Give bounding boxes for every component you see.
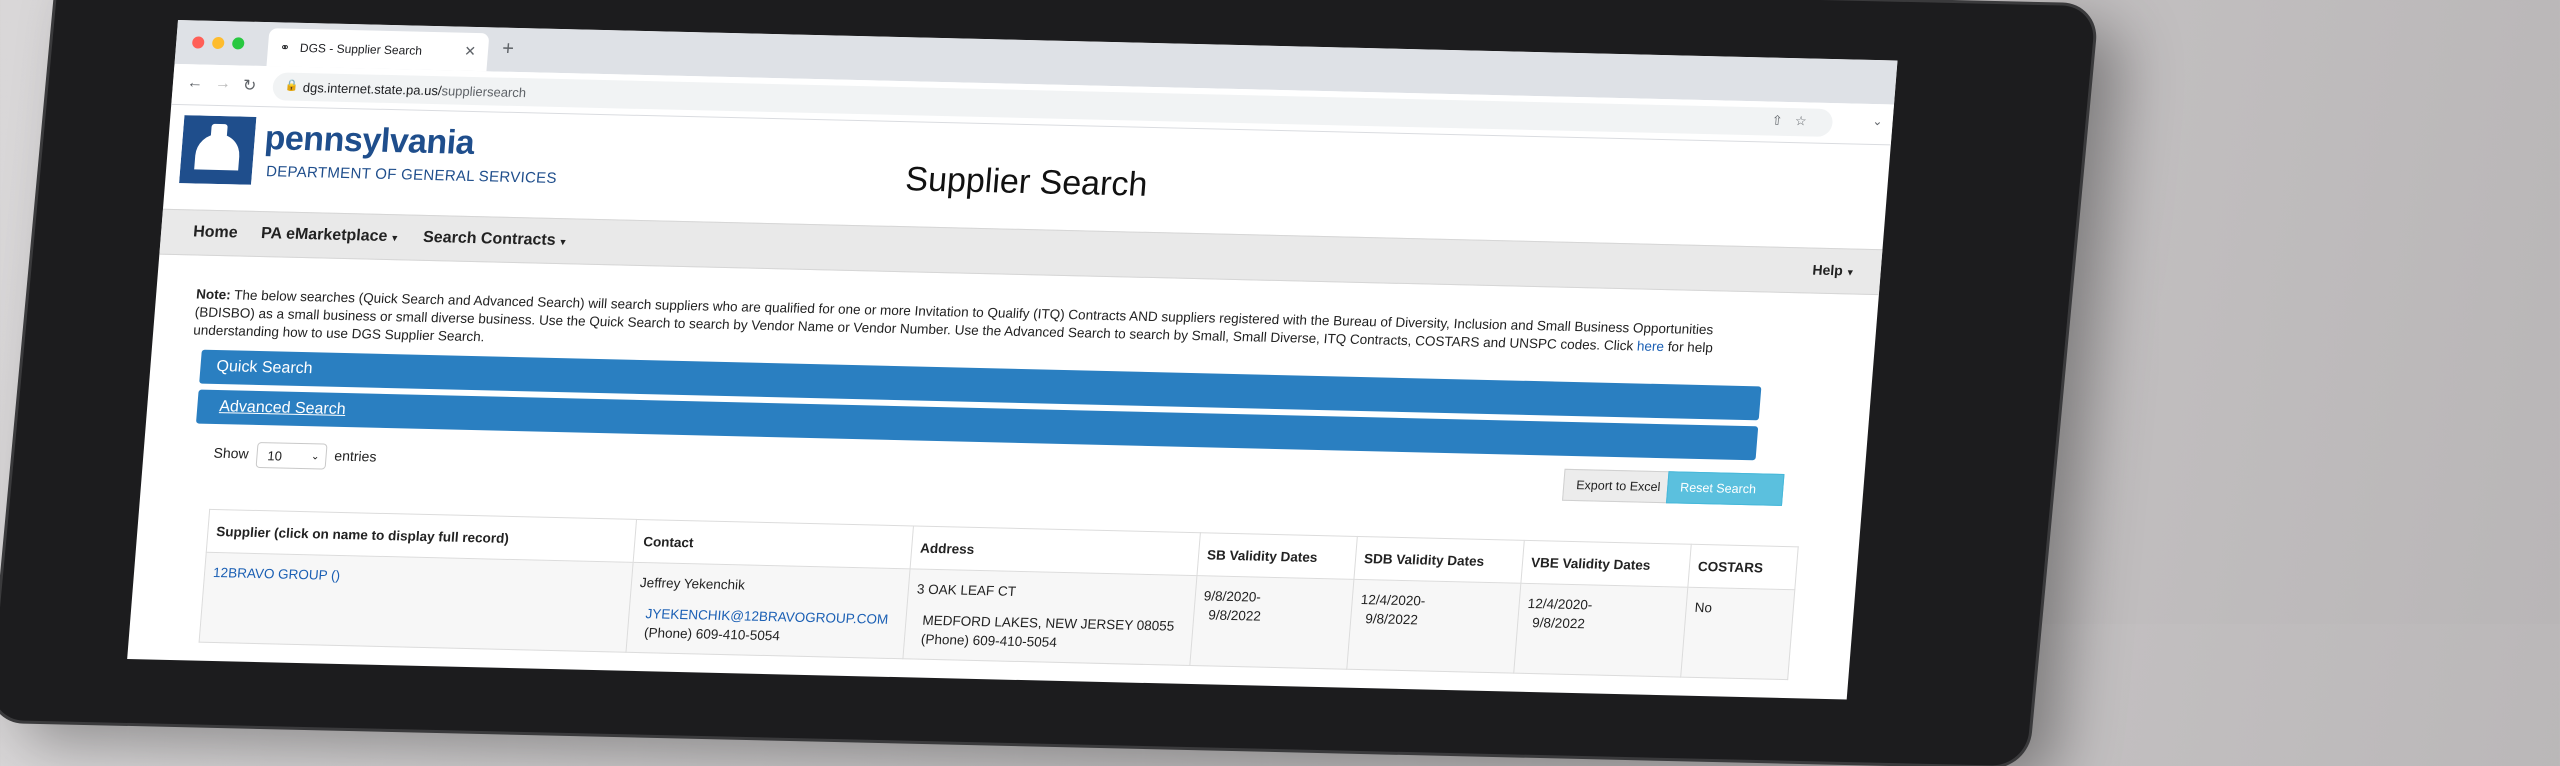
sb-dates-end: 9/8/2022 xyxy=(1207,607,1262,624)
advanced-search-label: Advanced Search xyxy=(218,398,347,419)
caret-down-icon: ▼ xyxy=(389,233,400,244)
tab-title: DGS - Supplier Search xyxy=(299,40,423,58)
bookmark-star-icon[interactable]: ☆ xyxy=(1794,113,1807,129)
nav-help[interactable]: Help ▼ xyxy=(1812,262,1856,279)
note-label: Note: xyxy=(195,286,232,303)
supplier-link[interactable]: 12BRAVO GROUP () xyxy=(213,565,341,583)
costars-value: No xyxy=(1694,599,1713,616)
browser-window: ⚭ DGS - Supplier Search ✕ + ← → ↻ 🔒 dgs.… xyxy=(127,20,1898,700)
contact-phone: (Phone) 609-410-5054 xyxy=(643,625,781,644)
show-label: Show xyxy=(213,444,250,462)
forward-icon[interactable]: → xyxy=(214,75,231,93)
nav-home[interactable]: Home xyxy=(192,223,239,242)
caret-down-icon: ▼ xyxy=(558,237,568,248)
chevron-down-icon: ⌄ xyxy=(310,451,320,463)
col-vbe-dates[interactable]: VBE Validity Dates xyxy=(1520,540,1692,588)
chevron-down-icon[interactable]: ⌄ xyxy=(1872,114,1883,128)
col-contact[interactable]: Contact xyxy=(633,519,914,569)
show-entries: Show 10 ⌄ entries xyxy=(213,441,378,471)
lock-icon: 🔒 xyxy=(284,79,300,92)
entries-select[interactable]: 10 ⌄ xyxy=(255,441,328,470)
browser-tab[interactable]: ⚭ DGS - Supplier Search ✕ xyxy=(266,28,490,72)
new-tab-button[interactable]: + xyxy=(501,38,514,61)
globe-icon: ⚭ xyxy=(279,40,291,55)
col-address[interactable]: Address xyxy=(910,525,1201,576)
note-text: The below searches (Quick Search and Adv… xyxy=(194,287,1714,354)
close-window-button[interactable] xyxy=(191,36,205,49)
vbe-dates-end: 9/8/2022 xyxy=(1531,615,1586,632)
entries-label: entries xyxy=(333,447,378,465)
minimize-window-button[interactable] xyxy=(211,36,225,50)
nav-search-contracts[interactable]: Search Contracts ▼ xyxy=(422,229,568,250)
quick-search-label: Quick Search xyxy=(215,358,314,378)
maximize-window-button[interactable] xyxy=(231,37,245,50)
caret-down-icon: ▼ xyxy=(1845,267,1856,278)
share-icon[interactable]: ⇧ xyxy=(1771,113,1783,129)
col-sb-dates[interactable]: SB Validity Dates xyxy=(1196,532,1358,580)
url-path: suppliersearch xyxy=(440,83,527,101)
nav-emarketplace[interactable]: PA eMarketplace ▼ xyxy=(260,225,400,246)
page-content: Note: The below searches (Quick Search a… xyxy=(146,285,1876,463)
reload-icon[interactable]: ↻ xyxy=(242,76,257,96)
url-host: dgs.internet.state.pa.us/ xyxy=(302,79,443,99)
reset-search-button[interactable]: Reset Search Criteria xyxy=(1665,471,1785,525)
col-costars[interactable]: COSTARS xyxy=(1687,544,1799,590)
page-title: Supplier Search xyxy=(904,160,1149,204)
help-link[interactable]: here xyxy=(1636,338,1664,354)
close-tab-icon[interactable]: ✕ xyxy=(464,43,477,60)
back-icon[interactable]: ← xyxy=(186,74,203,92)
col-sdb-dates[interactable]: SDB Validity Dates xyxy=(1353,536,1525,584)
export-excel-button[interactable]: Export to Excel xyxy=(1562,468,1675,504)
sdb-dates-end: 9/8/2022 xyxy=(1364,611,1419,628)
